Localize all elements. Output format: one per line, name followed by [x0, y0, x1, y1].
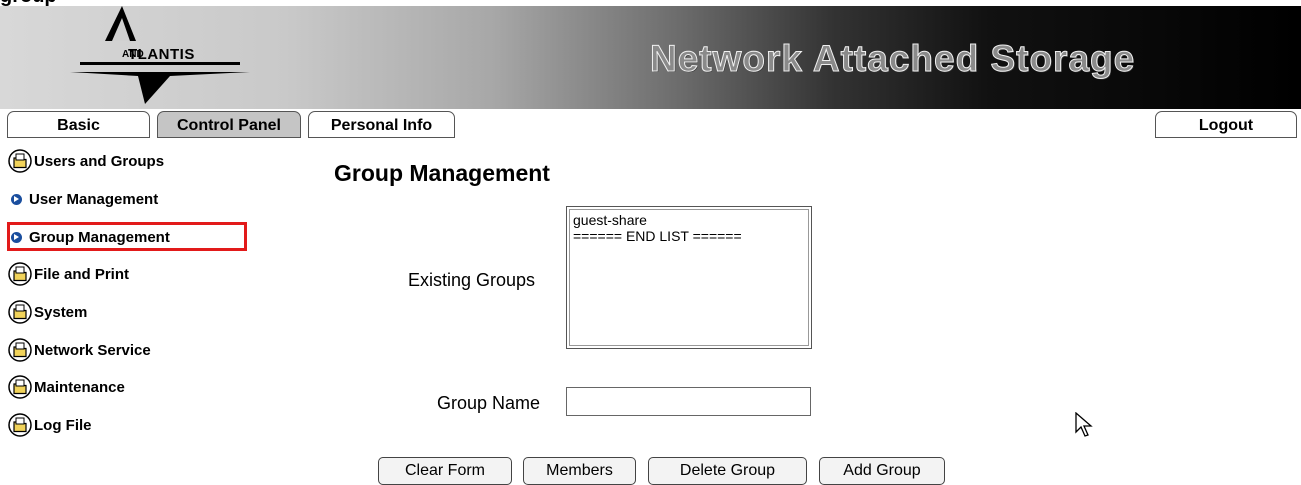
sidebar-label: Log File [34, 416, 92, 434]
folder-icon [8, 300, 32, 324]
logout-button[interactable]: Logout [1155, 111, 1297, 138]
folder-icon [8, 413, 32, 437]
tab-basic[interactable]: Basic [7, 111, 150, 138]
sidebar-label: Users and Groups [34, 152, 165, 170]
sidebar-item-maintenance[interactable]: Maintenance [8, 374, 125, 400]
sidebar-label: Maintenance [34, 378, 125, 396]
sidebar-label: File and Print [34, 265, 130, 283]
clear-form-button[interactable]: Clear Form [378, 457, 512, 485]
tab-personal-info[interactable]: Personal Info [308, 111, 455, 138]
add-group-button[interactable]: Add Group [819, 457, 945, 485]
selection-highlight-box [7, 222, 247, 251]
folder-icon [8, 338, 32, 362]
sidebar-item-users-and-groups[interactable]: Users and Groups [8, 148, 164, 174]
header-banner: AND TLANTIS Network Attached Storage [0, 6, 1301, 109]
arrow-bullet-icon [11, 193, 22, 205]
sidebar-label: System [34, 303, 88, 321]
folder-icon [8, 262, 32, 286]
list-item[interactable]: guest-share [573, 212, 805, 228]
group-name-label: Group Name [437, 393, 541, 413]
members-button[interactable]: Members [523, 457, 636, 485]
sidebar-item-system[interactable]: System [8, 299, 87, 325]
sidebar-label: Network Service [34, 341, 151, 359]
delete-group-button[interactable]: Delete Group [648, 457, 807, 485]
page-title: Group Management [334, 160, 550, 186]
sidebar-item-network-service[interactable]: Network Service [8, 337, 151, 363]
logo-text: TLANTIS [128, 46, 195, 63]
sidebar-label: User Management [29, 190, 159, 208]
existing-groups-listbox[interactable]: guest-share ====== END LIST ====== [566, 206, 812, 349]
existing-groups-label: Existing Groups [408, 270, 536, 290]
tab-control-panel[interactable]: Control Panel [157, 111, 301, 138]
mouse-pointer-icon [1075, 412, 1093, 437]
group-name-input[interactable] [566, 387, 811, 416]
folder-icon [8, 375, 32, 399]
sidebar-item-log-file[interactable]: Log File [8, 412, 92, 438]
sidebar-item-user-management[interactable]: User Management [8, 186, 158, 212]
folder-icon [8, 149, 32, 173]
banner-title: Network Attached Storage [649, 38, 1136, 80]
list-item[interactable]: ====== END LIST ====== [573, 228, 805, 244]
sidebar-item-file-and-print[interactable]: File and Print [8, 261, 129, 287]
